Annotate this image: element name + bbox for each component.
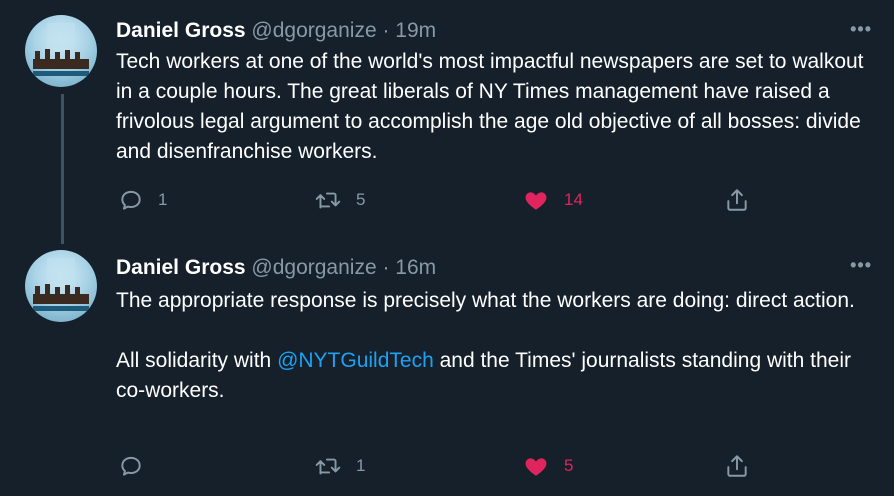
display-name[interactable]: Daniel Gross: [116, 19, 246, 42]
retweet-button[interactable]: 5: [314, 185, 365, 215]
more-dots-icon[interactable]: •••: [850, 255, 872, 276]
mention-link[interactable]: @NYTGuildTech: [277, 349, 434, 372]
like-count: 14: [564, 190, 583, 209]
tweet-paragraph: Tech workers at one of the world's most …: [116, 50, 864, 163]
share-upload-icon: [724, 453, 750, 479]
text-segment: All solidarity with: [116, 349, 278, 372]
reply-button[interactable]: [118, 451, 158, 481]
tweet-paragraph: The appropriate response is precisely wh…: [116, 289, 855, 312]
handle[interactable]: @dgorganize: [251, 19, 376, 42]
handle[interactable]: @dgorganize: [251, 256, 376, 279]
share-button[interactable]: [724, 451, 750, 481]
share-button[interactable]: [724, 185, 750, 215]
reply-button[interactable]: 1: [118, 185, 167, 215]
speech-bubble-icon: [118, 187, 144, 213]
retweet-arrows-icon: [314, 187, 342, 213]
action-bar: 1 5: [116, 451, 766, 481]
like-button[interactable]: 14: [522, 185, 583, 215]
tweet-header: Daniel Gross @dgorganize · 16m: [116, 254, 436, 282]
avatar[interactable]: [25, 250, 97, 322]
action-bar: 1 5 14: [116, 185, 766, 215]
avatar[interactable]: [25, 15, 97, 87]
reply-count: 1: [158, 190, 168, 209]
retweet-count: 5: [356, 190, 366, 209]
timestamp[interactable]: · 16m: [382, 256, 436, 279]
share-upload-icon: [724, 187, 750, 213]
tweet-header: Daniel Gross @dgorganize · 19m: [116, 17, 436, 45]
timestamp[interactable]: · 19m: [382, 19, 436, 42]
tweet[interactable]: Daniel Gross @dgorganize · 16m ••• The a…: [0, 245, 894, 496]
like-count: 5: [564, 456, 574, 475]
tweet-text: Tech workers at one of the world's most …: [116, 47, 876, 167]
more-dots-icon[interactable]: •••: [850, 19, 872, 40]
like-button[interactable]: 5: [522, 451, 573, 481]
display-name[interactable]: Daniel Gross: [116, 256, 246, 279]
retweet-arrows-icon: [314, 453, 342, 479]
tweet[interactable]: Daniel Gross @dgorganize · 19m ••• Tech …: [0, 0, 894, 245]
retweet-button[interactable]: 1: [314, 451, 365, 481]
tweet-paragraph: All solidarity with @NYTGuildTech and th…: [116, 346, 876, 406]
retweet-count: 1: [356, 456, 366, 475]
speech-bubble-icon: [118, 453, 144, 479]
tweet-text: The appropriate response is precisely wh…: [116, 286, 876, 406]
heart-icon: [522, 453, 550, 479]
heart-icon: [522, 187, 550, 213]
